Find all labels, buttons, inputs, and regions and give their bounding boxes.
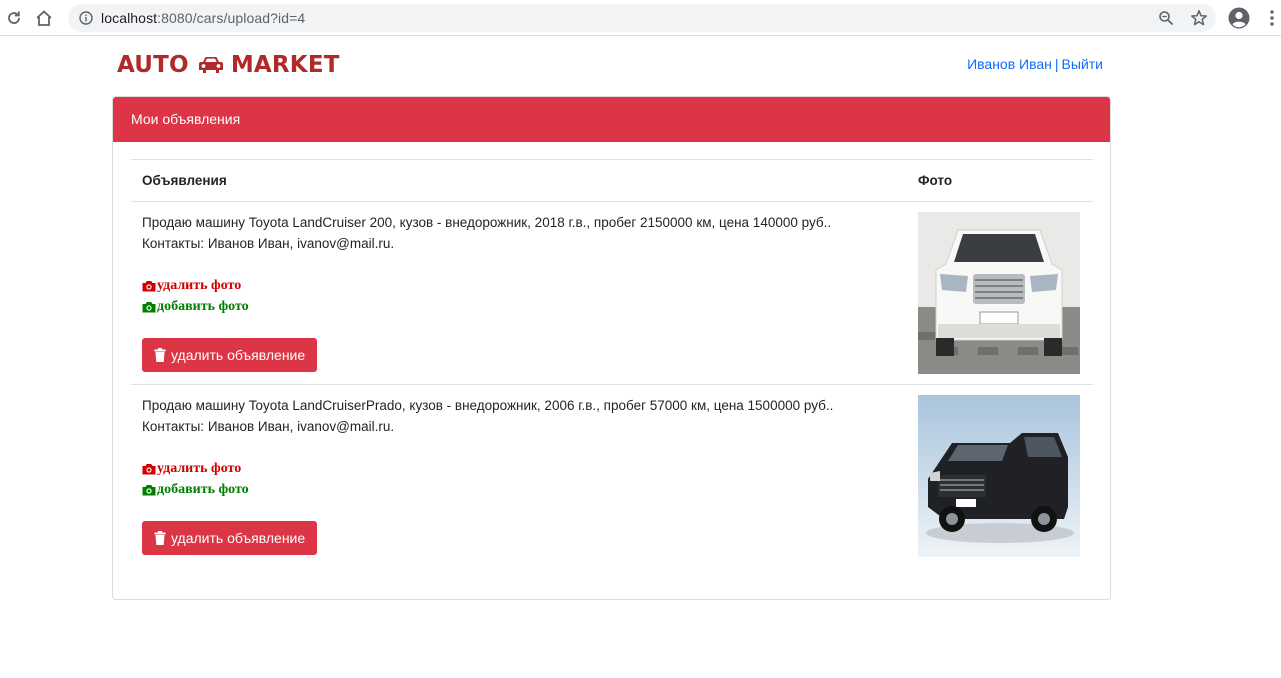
site-logo[interactable]: AUTO MARKET — [117, 50, 340, 80]
delete-ad-button[interactable]: удалить объявление — [142, 521, 318, 555]
delete-photo-link[interactable]: удалить фото — [142, 275, 907, 296]
brand-left-text: AUTO — [117, 52, 189, 78]
address-bar[interactable]: localhost:8080/cars/upload?id=4 — [68, 4, 1216, 32]
column-header-photo: Фото — [907, 159, 1093, 202]
url-text[interactable]: localhost:8080/cars/upload?id=4 — [101, 4, 305, 32]
bookmark-star-icon[interactable] — [1190, 9, 1208, 27]
camera-icon — [142, 484, 156, 495]
add-photo-link[interactable]: добавить фото — [142, 479, 907, 500]
reload-icon[interactable] — [4, 8, 24, 28]
photo-cell — [907, 385, 1093, 568]
table-header-row: Объявления Фото — [131, 159, 1093, 202]
menu-kebab-icon[interactable] — [1262, 8, 1281, 28]
ad-description: Продаю машину Toyota LandCruiser 200, ку… — [142, 215, 832, 230]
camera-icon — [142, 280, 156, 291]
ad-contacts: Контакты: Иванов Иван, ivanov@mail.ru. — [142, 236, 395, 251]
photo-cell — [907, 201, 1093, 385]
ad-description: Продаю машину Toyota LandCruiserPrado, к… — [142, 398, 834, 413]
add-photo-label: добавить фото — [157, 482, 249, 497]
camera-icon — [142, 301, 156, 312]
home-icon[interactable] — [34, 8, 54, 28]
camera-icon — [142, 463, 156, 474]
nav-separator: | — [1054, 56, 1059, 72]
table-row: Продаю машину Toyota LandCruiser 200, ку… — [131, 201, 1093, 385]
add-photo-link[interactable]: добавить фото — [142, 296, 907, 317]
delete-ad-label: удалить объявление — [171, 346, 306, 363]
card-title: Мои объявления — [113, 97, 1110, 142]
ad-cell: Продаю машину Toyota LandCruiserPrado, к… — [131, 385, 907, 568]
car-photo-black-suv — [918, 395, 1080, 557]
delete-photo-label: удалить фото — [157, 278, 242, 293]
profile-avatar-icon[interactable] — [1228, 7, 1250, 29]
ads-table: Объявления Фото Продаю машину Toyota Lan… — [131, 159, 1093, 568]
car-photo-white-suv — [918, 212, 1080, 374]
column-header-ads: Объявления — [131, 159, 907, 202]
zoom-icon[interactable] — [1158, 10, 1174, 26]
info-icon[interactable] — [79, 11, 93, 25]
table-row: Продаю машину Toyota LandCruiserPrado, к… — [131, 385, 1093, 568]
delete-ad-button[interactable]: удалить объявление — [142, 338, 318, 372]
user-profile-link[interactable]: Иванов Иван — [967, 56, 1052, 72]
delete-ad-label: удалить объявление — [171, 529, 306, 546]
ad-contacts: Контакты: Иванов Иван, ivanov@mail.ru. — [142, 419, 395, 434]
delete-photo-link[interactable]: удалить фото — [142, 458, 907, 479]
ad-cell: Продаю машину Toyota LandCruiser 200, ку… — [131, 201, 907, 385]
add-photo-label: добавить фото — [157, 299, 249, 314]
browser-toolbar: localhost:8080/cars/upload?id=4 — [0, 0, 1281, 36]
brand-right-text: MARKET — [230, 52, 340, 78]
user-nav: Иванов Иван | Выйти — [967, 55, 1103, 73]
car-icon — [198, 57, 223, 73]
trash-icon — [154, 348, 166, 362]
trash-icon — [154, 531, 166, 545]
delete-photo-label: удалить фото — [157, 461, 242, 476]
my-ads-card: Мои объявления Объявления Фото Продаю ма… — [112, 96, 1111, 600]
logout-link[interactable]: Выйти — [1062, 56, 1103, 72]
